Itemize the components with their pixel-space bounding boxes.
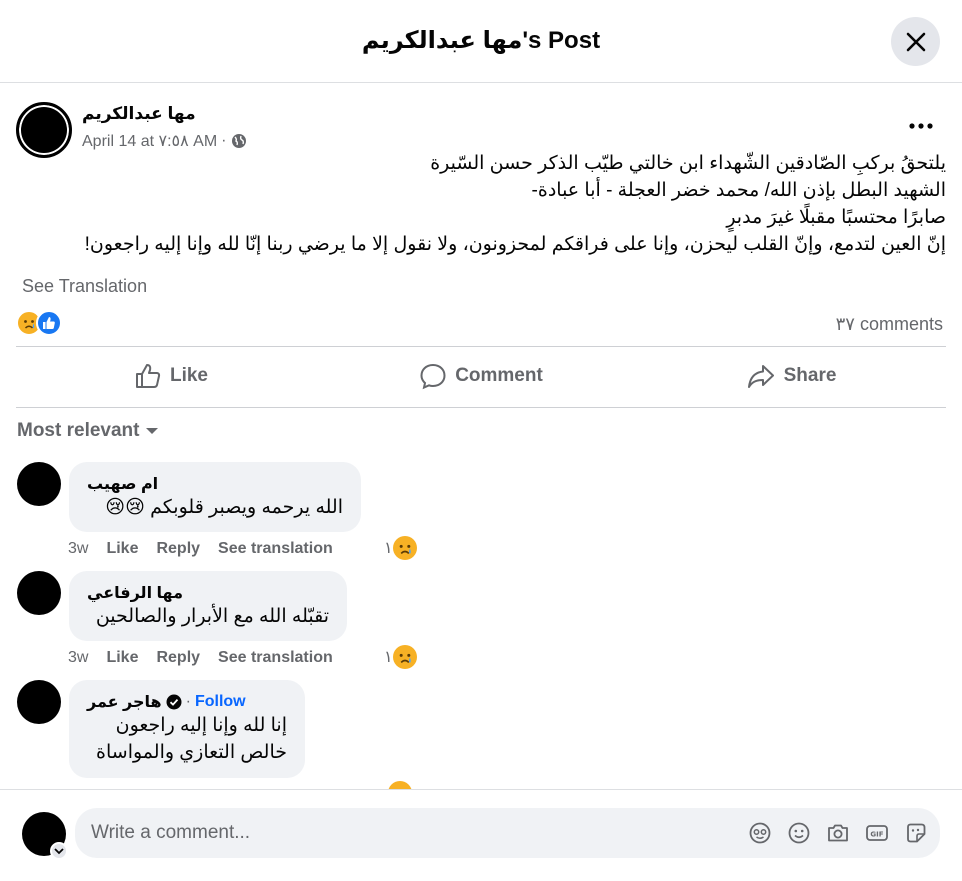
- comment-bubble: مها الرفاعي تقبّله الله مع الأبرار والصا…: [69, 571, 347, 641]
- avatar-sticker-button[interactable]: [748, 821, 772, 845]
- comment-label: Comment: [455, 365, 543, 386]
- comment-actions: 3w Like Reply See translation: [68, 649, 333, 667]
- comment-sort-dropdown[interactable]: Most relevant: [17, 420, 159, 442]
- commenter-avatar[interactable]: [17, 571, 61, 615]
- more-options-button[interactable]: [906, 112, 936, 136]
- comment-text: الله يرحمه ويصبر قلوبكم 😢😢: [105, 497, 343, 518]
- composer-tools: GIF: [748, 821, 928, 845]
- gif-icon: GIF: [866, 825, 888, 841]
- comment-reply-button[interactable]: Reply: [156, 540, 200, 558]
- share-label: Share: [783, 365, 837, 386]
- like-icon: [135, 364, 161, 388]
- comments-count[interactable]: ٣٧ comments: [836, 314, 943, 335]
- comment-like-button[interactable]: Like: [106, 540, 138, 558]
- divider: [16, 346, 946, 347]
- commenter-header: Follow · هاجر عمر: [87, 692, 287, 712]
- camera-button[interactable]: [826, 821, 850, 845]
- reaction-summary[interactable]: [16, 310, 62, 336]
- avatar-sticker-icon: [749, 822, 771, 844]
- post-line: صابرًا محتسبًا مقبلًا غيرَ مدبرٍ: [726, 207, 946, 228]
- sticker-button[interactable]: [904, 821, 928, 845]
- reaction-count: ١: [384, 540, 393, 557]
- post-actions: Like Comment Share: [16, 348, 946, 404]
- divider: [16, 407, 946, 408]
- comment-like-button[interactable]: Like: [106, 649, 138, 667]
- comment-reply-button[interactable]: Reply: [156, 649, 200, 667]
- see-translation-link[interactable]: See Translation: [22, 276, 147, 297]
- comment-bubble: Follow · هاجر عمر إنا لله وإنا إليه راجع…: [69, 680, 305, 778]
- comment-reaction[interactable]: ١: [384, 645, 417, 669]
- close-button[interactable]: [891, 17, 940, 66]
- comment-actions: 3w Like Reply See translation: [68, 540, 333, 558]
- comment-text: تقبّله الله مع الأبرار والصالحين: [95, 606, 329, 627]
- sad-reaction-icon: [392, 645, 417, 669]
- comment-reaction[interactable]: ١: [384, 536, 417, 560]
- post-scroll-area[interactable]: مها عبدالكريم April 14 at ٧:٥٨ AM · يلتح…: [0, 84, 962, 789]
- account-switch-button[interactable]: [50, 842, 68, 860]
- sad-reaction-icon: [392, 536, 417, 560]
- reaction-count: ١: [384, 649, 393, 666]
- dialog-title: مها عبدالكريم's Post: [361, 27, 601, 54]
- post-line: الشهيد البطل بإذن الله/ محمد خضر العجلة …: [531, 180, 946, 201]
- comment-see-translation[interactable]: See translation: [218, 540, 333, 558]
- like-label: Like: [169, 365, 209, 386]
- dialog-header: مها عبدالكريم's Post: [0, 0, 962, 83]
- comment-composer: GIF: [0, 789, 962, 881]
- svg-text:GIF: GIF: [870, 831, 883, 839]
- emoji-button[interactable]: [787, 821, 811, 845]
- post-text: يلتحقُ بركبِ الصّادقين الشّهداء ابن خالت…: [16, 150, 946, 258]
- sad-reaction-icon: [388, 781, 412, 789]
- comment-time[interactable]: 3w: [68, 540, 88, 558]
- caret-down-icon: [146, 428, 159, 434]
- sort-label: Most relevant: [17, 420, 140, 441]
- follow-button[interactable]: Follow: [195, 693, 246, 711]
- comment-time[interactable]: 3w: [68, 649, 88, 667]
- verified-badge-icon: [166, 694, 182, 710]
- post-meta: April 14 at ٧:٥٨ AM ·: [82, 131, 247, 151]
- share-button[interactable]: Share: [636, 348, 946, 404]
- comment-box: GIF: [75, 808, 940, 858]
- more-icon: [909, 123, 933, 129]
- camera-icon: [828, 824, 848, 842]
- like-reaction-icon: [36, 310, 62, 336]
- comment-button[interactable]: Comment: [326, 348, 636, 404]
- name-separator: ·: [185, 693, 191, 710]
- post-line: إنّ العين لتدمع، وإنّ القلب ليحزن، وإنا …: [84, 234, 946, 255]
- commenter-name[interactable]: هاجر عمر: [87, 692, 162, 712]
- gif-button[interactable]: GIF: [865, 821, 889, 845]
- comment-text-line: إنا لله وإنا إليه راجعون: [115, 715, 287, 736]
- close-icon: [906, 32, 925, 51]
- comment-input[interactable]: [91, 808, 731, 858]
- comment-text-line: خالص التعازي والمواساة: [96, 742, 287, 763]
- comment-reaction[interactable]: [388, 781, 412, 789]
- sticker-icon: [907, 823, 926, 843]
- comment-see-translation[interactable]: See translation: [218, 649, 333, 667]
- emoji-icon: [788, 822, 810, 844]
- globe-icon: [231, 134, 246, 148]
- commenter-name[interactable]: مها الرفاعي: [87, 583, 329, 603]
- commenter-name[interactable]: ام صهيب: [87, 474, 343, 494]
- post-author[interactable]: مها عبدالكريم: [82, 104, 196, 124]
- post-line: يلتحقُ بركبِ الصّادقين الشّهداء ابن خالت…: [430, 153, 946, 174]
- commenter-avatar[interactable]: [17, 680, 61, 724]
- commenter-avatar[interactable]: [17, 462, 61, 506]
- like-button[interactable]: Like: [16, 348, 326, 404]
- chevron-down-icon: [54, 847, 64, 854]
- comment-bubble: ام صهيب الله يرحمه ويصبر قلوبكم 😢😢: [69, 462, 361, 532]
- comment-icon: [420, 363, 446, 390]
- share-icon: [747, 365, 774, 388]
- post-date[interactable]: April 14 at ٧:٥٨ AM: [82, 131, 217, 151]
- meta-separator: ·: [221, 132, 227, 149]
